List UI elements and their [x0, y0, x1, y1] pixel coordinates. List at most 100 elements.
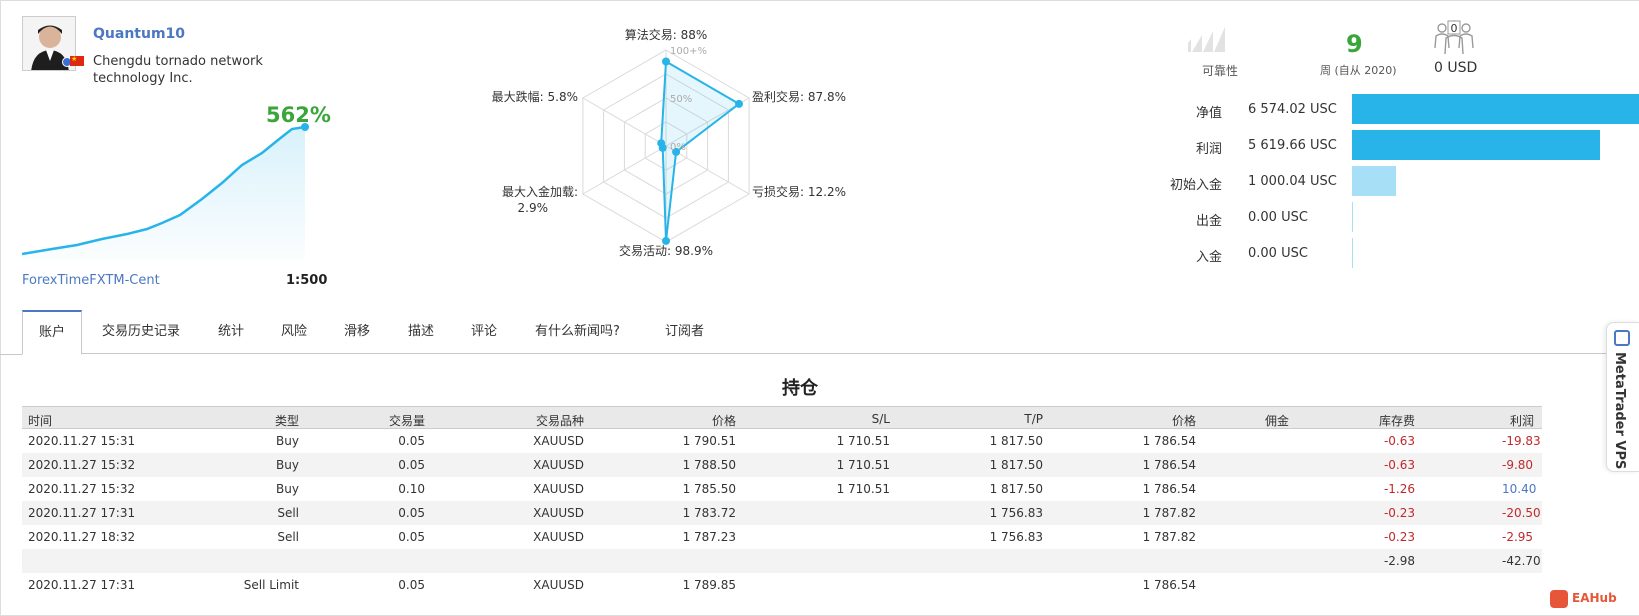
- tab-risks[interactable]: 风险: [281, 310, 307, 354]
- financial-label: 初始入金: [1169, 178, 1222, 193]
- financial-row-deposits: 入金 0.00 USC: [1100, 238, 1620, 268]
- tab-statistics[interactable]: 统计: [218, 310, 244, 354]
- radar-label-loss: 亏损交易: 12.2%: [752, 184, 846, 199]
- table-row: 2020.11.27 15:32 Buy 0.10 XAUUSD 1 785.50 1 7…: [22, 477, 1542, 501]
- cell-time: 2020.11.27 15:31: [28, 434, 136, 448]
- header-type[interactable]: 类型: [275, 412, 299, 429]
- radar-point-drawdown: [657, 139, 666, 148]
- growth-area: [22, 127, 305, 260]
- financial-label: 出金: [1195, 214, 1222, 229]
- tabs-divider: [0, 354, 22, 355]
- radar-point-profit: [735, 99, 743, 108]
- cell-volume: 0.05: [398, 434, 425, 448]
- radar-tick-50: 50%: [670, 94, 692, 105]
- financial-bar: [1352, 238, 1353, 268]
- cell-profit: 10.40: [1502, 482, 1537, 496]
- china-flag-icon: [70, 55, 84, 66]
- cell-symbol: XAUUSD: [533, 482, 584, 496]
- financial-row-profit: 利润 5 619.66 USC: [1100, 130, 1620, 160]
- header-sl[interactable]: S/L: [872, 412, 890, 426]
- cell-swap: -2.98: [1383, 554, 1415, 568]
- cell-current-price: 1 786.54: [1142, 434, 1196, 448]
- financial-value: 0.00 USC: [1248, 246, 1308, 261]
- header-commission[interactable]: 佣金: [1265, 412, 1289, 429]
- header-tp[interactable]: T/P: [1024, 412, 1043, 426]
- positions-table: 时间 类型 交易量 交易品种 价格 S/L T/P 价格 佣金 库存费 利润 2…: [22, 406, 1542, 597]
- financial-label: 净值: [1195, 106, 1222, 121]
- cell-profit: -42.70: [1502, 554, 1541, 568]
- radar-tick-0: 0%: [670, 142, 686, 153]
- table-row: 2020.11.27 18:32 Sell 0.05 XAUUSD 1 787.23 1 …: [22, 525, 1542, 549]
- cell-profit: -9.80: [1502, 458, 1534, 472]
- cell-type: Buy: [276, 482, 299, 496]
- header-profit[interactable]: 利润: [1510, 412, 1534, 429]
- financial-value: 1 000.04 USC: [1248, 174, 1337, 189]
- cell-volume: 0.05: [398, 506, 425, 520]
- radar-point-algo: [662, 57, 670, 66]
- subscribers-value: 0 USD: [1434, 60, 1478, 76]
- cell-time: 2020.11.27 17:31: [28, 506, 136, 520]
- financial-bar: [1352, 94, 1639, 124]
- cell-current-price: 1 787.82: [1142, 506, 1196, 520]
- cell-volume: 0.05: [398, 458, 425, 472]
- financial-row-withdrawals: 出金 0.00 USC: [1100, 202, 1620, 232]
- cell-current-price: 1 786.54: [1142, 482, 1196, 496]
- cell-swap: -1.26: [1383, 482, 1415, 496]
- growth-chart: [22, 123, 309, 260]
- cell-open-price: 1 787.23: [682, 530, 736, 544]
- cell-profit: -19.83: [1502, 434, 1541, 448]
- cell-tp: 1 817.50: [989, 458, 1043, 472]
- leverage-value: 1:500: [286, 273, 328, 288]
- cell-tp: 1 756.83: [989, 530, 1043, 544]
- tab-trade-history[interactable]: 交易历史记录: [102, 310, 180, 354]
- financial-value: 0.00 USC: [1248, 210, 1308, 225]
- radar-label-deposit-load-value: 2.9%: [518, 201, 549, 215]
- reliability-label: 可靠性: [1202, 64, 1239, 78]
- tab-reviews[interactable]: 评论: [471, 310, 497, 354]
- cell-open-price: 1 789.85: [682, 578, 736, 592]
- cell-open-price: 1 788.50: [682, 458, 736, 472]
- header-current-price[interactable]: 价格: [1172, 412, 1196, 429]
- signal-name[interactable]: Quantum10: [93, 26, 185, 42]
- cell-time: 2020.11.27 15:32: [28, 458, 136, 472]
- broker-link[interactable]: ForexTimeFXTM-Cent: [22, 273, 160, 288]
- tab-subscribers[interactable]: 订阅者: [665, 310, 704, 354]
- positions-title: 持仓: [782, 378, 818, 399]
- cell-swap: -0.63: [1383, 458, 1415, 472]
- cell-tp: 1 756.83: [989, 506, 1043, 520]
- cell-time: 2020.11.27 18:32: [28, 530, 136, 544]
- subscribers-count: 0: [1451, 22, 1458, 35]
- table-row: 2020.11.27 15:31 Buy 0.05 XAUUSD 1 790.51 1 7…: [22, 429, 1542, 453]
- tab-news[interactable]: 有什么新闻吗?: [535, 310, 620, 354]
- financial-bar: [1352, 130, 1600, 160]
- header-symbol[interactable]: 交易品种: [536, 412, 584, 429]
- radar-tick-100: 100+%: [670, 46, 707, 57]
- tab-account[interactable]: 账户: [22, 310, 83, 355]
- header-volume[interactable]: 交易量: [389, 412, 425, 429]
- financial-row-equity: 净值 6 574.02 USC: [1100, 94, 1639, 124]
- radar-chart: 100+% 50% 0% 算法交易: 88% 盈利交易: 87.8% 亏损交易:…: [492, 27, 846, 258]
- metatrader-vps-label[interactable]: MetaTrader VPS: [1612, 352, 1627, 469]
- header-time[interactable]: 时间: [28, 412, 52, 429]
- table-header: 时间 类型 交易量 交易品种 价格 S/L T/P 价格 佣金 库存费 利润: [22, 406, 1542, 429]
- cell-profit: -20.50: [1502, 506, 1541, 520]
- tab-description[interactable]: 描述: [408, 310, 434, 354]
- cell-type: Buy: [276, 458, 299, 472]
- financial-value: 5 619.66 USC: [1248, 138, 1337, 153]
- tab-slippage[interactable]: 滑移: [344, 310, 370, 354]
- table-row: 2020.11.27 17:31 Sell Limit 0.05 XAUUSD 1 78…: [22, 573, 1542, 597]
- cell-type: Buy: [276, 434, 299, 448]
- radar-label-drawdown: 最大跌幅: 5.8%: [492, 89, 578, 104]
- table-row: 2020.11.27 15:32 Buy 0.05 XAUUSD 1 788.50 1 7…: [22, 453, 1542, 477]
- cell-swap: -0.23: [1383, 530, 1415, 544]
- cell-volume: 0.10: [398, 482, 425, 496]
- radar-label-algo: 算法交易: 88%: [625, 27, 708, 42]
- header-open-price[interactable]: 价格: [712, 412, 736, 429]
- header-swap[interactable]: 库存费: [1379, 412, 1415, 429]
- cell-profit: -2.95: [1502, 530, 1534, 544]
- radar-label-activity: 交易活动: 98.9%: [619, 243, 713, 258]
- table-row: -2.98 -42.70: [22, 549, 1542, 573]
- growth-endpoint: [301, 123, 309, 131]
- cell-type: Sell: [277, 530, 299, 544]
- cell-time: 2020.11.27 15:32: [28, 482, 136, 496]
